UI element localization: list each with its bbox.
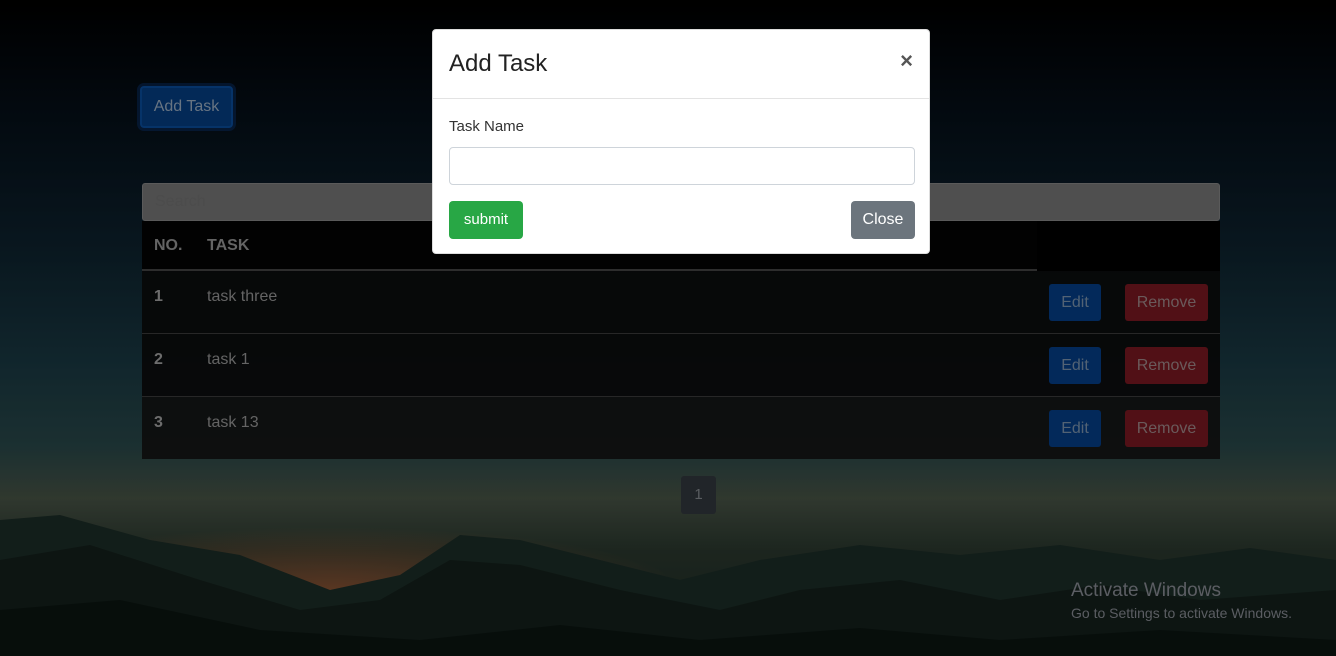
submit-button[interactable]: submit xyxy=(449,201,523,239)
task-name-label: Task Name xyxy=(449,118,525,135)
close-icon[interactable]: × xyxy=(900,48,913,74)
modal-title: Add Task xyxy=(449,50,548,77)
modal-header: Add Task × xyxy=(433,30,929,99)
close-button[interactable]: Close xyxy=(851,201,915,239)
add-task-modal: Add Task × Task Name submit Close xyxy=(432,29,930,254)
task-name-input[interactable] xyxy=(449,147,915,185)
